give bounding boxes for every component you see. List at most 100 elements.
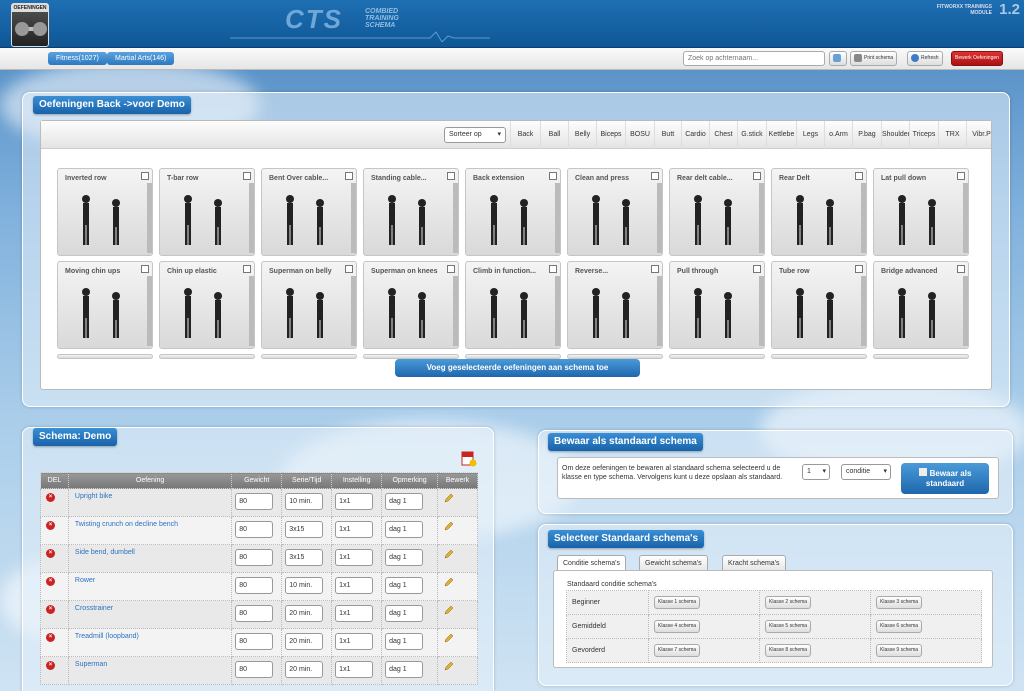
exercise-card[interactable]: Chin up elastic xyxy=(159,261,255,349)
exercise-checkbox[interactable] xyxy=(957,265,965,273)
filter-tab-bosu[interactable]: BOSU xyxy=(625,121,654,149)
exercise-checkbox[interactable] xyxy=(141,265,149,273)
card-scrollbar[interactable] xyxy=(861,183,866,253)
filter-tab-kettlebe[interactable]: Kettlebe xyxy=(766,121,796,149)
serie-input[interactable]: 10 min. xyxy=(285,577,324,594)
sort-select[interactable]: Sorteer op ▾ xyxy=(444,127,506,143)
opmerking-input[interactable]: dag 1 xyxy=(385,633,424,650)
gewicht-input[interactable]: 80 xyxy=(235,549,274,566)
exercise-checkbox[interactable] xyxy=(651,172,659,180)
exercise-checkbox[interactable] xyxy=(447,265,455,273)
klasse-schema-button[interactable]: Klasse 8 schema xyxy=(765,644,812,657)
gewicht-input[interactable]: 80 xyxy=(235,493,274,510)
save-standard-button[interactable]: Bewaar als standaard xyxy=(901,463,989,494)
card-scrollbar[interactable] xyxy=(657,276,662,346)
filter-tab-biceps[interactable]: Biceps xyxy=(596,121,625,149)
instelling-input[interactable]: 1x1 xyxy=(335,661,374,678)
klasse-schema-button[interactable]: Klasse 3 schema xyxy=(876,596,923,609)
klasse-schema-button[interactable]: Klasse 4 schema xyxy=(654,620,701,633)
serie-input[interactable]: 20 min. xyxy=(285,605,324,622)
pencil-icon[interactable] xyxy=(444,661,454,671)
filter-tab-vibrp[interactable]: Vibr.P xyxy=(966,121,996,149)
edit-exercises-button[interactable]: Bewerk Oefeningen xyxy=(951,51,1003,66)
exercise-checkbox[interactable] xyxy=(651,265,659,273)
opmerking-input[interactable]: dag 1 xyxy=(385,493,424,510)
exercise-checkbox[interactable] xyxy=(243,172,251,180)
search-input[interactable] xyxy=(683,51,825,66)
exercise-card[interactable]: Reverse... xyxy=(567,261,663,349)
exercise-checkbox[interactable] xyxy=(753,265,761,273)
exercise-link[interactable]: Treadmill (loopband) xyxy=(69,633,139,640)
serie-input[interactable]: 20 min. xyxy=(285,633,324,650)
instelling-input[interactable]: 1x1 xyxy=(335,633,374,650)
type-select[interactable]: conditie ▾ xyxy=(841,464,891,480)
klasse-schema-button[interactable]: Klasse 9 schema xyxy=(876,644,923,657)
card-scrollbar[interactable] xyxy=(147,276,152,346)
exercise-link[interactable]: Crosstrainer xyxy=(69,605,113,612)
instelling-input[interactable]: 1x1 xyxy=(335,549,374,566)
pencil-icon[interactable] xyxy=(444,605,454,615)
exercise-card[interactable]: T-bar row xyxy=(159,168,255,256)
serie-input[interactable]: 3x15 xyxy=(285,521,324,538)
exercise-checkbox[interactable] xyxy=(447,172,455,180)
filter-tab-ball[interactable]: Ball xyxy=(540,121,568,149)
card-scrollbar[interactable] xyxy=(351,183,356,253)
card-scrollbar[interactable] xyxy=(351,276,356,346)
delete-icon[interactable]: × xyxy=(46,549,55,558)
filter-tab-oarm[interactable]: o.Arm xyxy=(824,121,852,149)
pencil-icon[interactable] xyxy=(444,493,454,503)
delete-icon[interactable]: × xyxy=(46,605,55,614)
exercise-checkbox[interactable] xyxy=(957,172,965,180)
exercise-card[interactable]: Rear Delt xyxy=(771,168,867,256)
card-scrollbar[interactable] xyxy=(759,276,764,346)
breadcrumb-martial-arts[interactable]: Martial Arts(146) xyxy=(107,52,175,65)
exercise-card[interactable]: Bridge advanced xyxy=(873,261,969,349)
exercise-checkbox[interactable] xyxy=(855,265,863,273)
filter-tab-trx[interactable]: TRX xyxy=(938,121,966,149)
instelling-input[interactable]: 1x1 xyxy=(335,521,374,538)
exercise-checkbox[interactable] xyxy=(345,172,353,180)
exercise-checkbox[interactable] xyxy=(753,172,761,180)
card-scrollbar[interactable] xyxy=(453,276,458,346)
filter-tab-belly[interactable]: Belly xyxy=(568,121,596,149)
exercise-checkbox[interactable] xyxy=(243,265,251,273)
card-scrollbar[interactable] xyxy=(249,276,254,346)
klasse-schema-button[interactable]: Klasse 2 schema xyxy=(765,596,812,609)
exercise-card[interactable]: Standing cable... xyxy=(363,168,459,256)
exercise-card[interactable]: Superman on belly xyxy=(261,261,357,349)
exercise-link[interactable]: Twisting crunch on decline bench xyxy=(69,521,178,528)
pdf-export-icon[interactable] xyxy=(461,451,477,467)
exercise-card[interactable]: Lat pull down xyxy=(873,168,969,256)
exercise-card[interactable]: Inverted row xyxy=(57,168,153,256)
card-scrollbar[interactable] xyxy=(555,276,560,346)
exercise-checkbox[interactable] xyxy=(549,172,557,180)
pencil-icon[interactable] xyxy=(444,633,454,643)
instelling-input[interactable]: 1x1 xyxy=(335,577,374,594)
delete-icon[interactable]: × xyxy=(46,521,55,530)
card-scrollbar[interactable] xyxy=(147,183,152,253)
breadcrumb-fitness[interactable]: Fitness(1027) xyxy=(48,52,107,65)
gewicht-input[interactable]: 80 xyxy=(235,633,274,650)
serie-input[interactable]: 10 min. xyxy=(285,493,324,510)
print-schema-button[interactable]: Print schema xyxy=(850,51,898,66)
tab-gewicht[interactable]: Gewicht schema's xyxy=(639,555,708,571)
instelling-input[interactable]: 1x1 xyxy=(335,605,374,622)
tab-kracht[interactable]: Kracht schema's xyxy=(722,555,786,571)
exercise-link[interactable]: Superman xyxy=(69,661,107,668)
card-scrollbar[interactable] xyxy=(657,183,662,253)
delete-icon[interactable]: × xyxy=(46,661,55,670)
klasse-schema-button[interactable]: Klasse 7 schema xyxy=(654,644,701,657)
filter-tab-cardio[interactable]: Cardio xyxy=(681,121,709,149)
klasse-schema-button[interactable]: Klasse 6 schema xyxy=(876,620,923,633)
tab-conditie[interactable]: Conditie schema's xyxy=(557,555,626,571)
instelling-input[interactable]: 1x1 xyxy=(335,493,374,510)
card-scrollbar[interactable] xyxy=(759,183,764,253)
exercise-card[interactable]: Pull through xyxy=(669,261,765,349)
gewicht-input[interactable]: 80 xyxy=(235,521,274,538)
gewicht-input[interactable]: 80 xyxy=(235,605,274,622)
gewicht-input[interactable]: 80 xyxy=(235,577,274,594)
exercise-card[interactable]: Back extension xyxy=(465,168,561,256)
delete-icon[interactable]: × xyxy=(46,493,55,502)
card-scrollbar[interactable] xyxy=(453,183,458,253)
exercise-link[interactable]: Upright bike xyxy=(69,493,112,500)
